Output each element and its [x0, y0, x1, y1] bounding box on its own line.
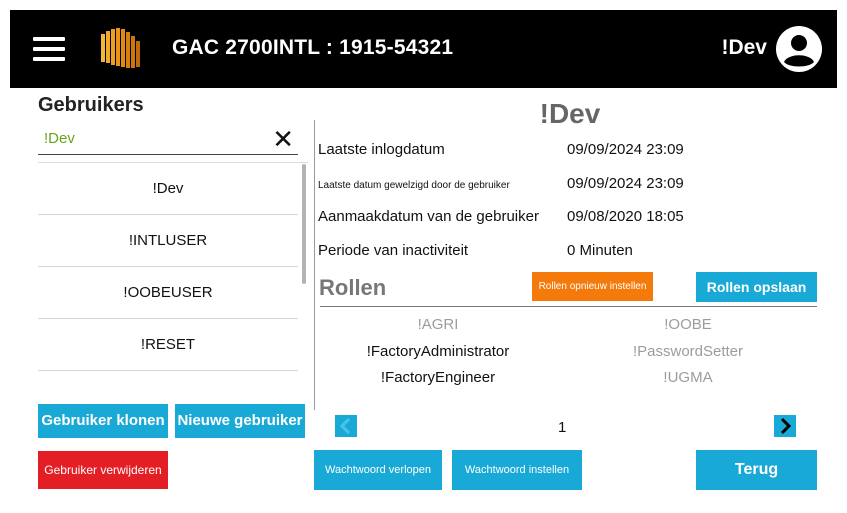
top-bar: GAC 2700INTL : 1915-54321 !Dev	[10, 10, 837, 88]
page-number: 1	[558, 419, 567, 436]
user-list-scrollbar[interactable]	[302, 162, 306, 372]
last-modified-value: 09/09/2024 23:09	[567, 175, 684, 192]
delete-user-button[interactable]: Gebruiker verwijderen	[38, 451, 168, 489]
last-login-label: Laatste inlogdatum	[318, 141, 445, 158]
user-list-item[interactable]: !RESET	[38, 319, 298, 371]
scrollbar-thumb[interactable]	[302, 164, 306, 284]
last-modified-label: Laatste datum gewelzigd door de gebruike…	[318, 180, 510, 191]
chevron-left-icon[interactable]	[335, 415, 357, 437]
roles-divider	[320, 306, 817, 307]
role-oobe[interactable]: !OOBE	[578, 316, 798, 333]
chevron-right-icon[interactable]	[774, 415, 796, 437]
reset-roles-button[interactable]: Rollen opnieuw instellen	[532, 272, 653, 301]
inactivity-label: Periode van inactiviteit	[318, 242, 469, 259]
created-date-label: Aanmaakdatum van de gebruiker	[318, 208, 539, 225]
user-list-item[interactable]: !INTLUSER	[38, 215, 298, 267]
gac-logo-icon	[101, 28, 140, 68]
role-ugma[interactable]: !UGMA	[578, 369, 798, 386]
roles-title: Rollen	[319, 275, 387, 300]
role-password-setter[interactable]: !PasswordSetter	[578, 343, 798, 360]
save-roles-button[interactable]: Rollen opslaan	[696, 272, 817, 302]
panel-divider	[314, 120, 315, 410]
set-password-button[interactable]: Wachtwoord instellen	[452, 450, 582, 490]
hamburger-menu-icon[interactable]	[33, 37, 65, 61]
user-list: !Dev !INTLUSER !OOBEUSER !RESET	[38, 162, 308, 373]
clone-user-button[interactable]: Gebruiker klonen	[38, 404, 168, 438]
expire-password-button[interactable]: Wachtwoord verlopen	[314, 450, 442, 490]
last-login-value: 09/09/2024 23:09	[567, 141, 684, 158]
account-circle-icon[interactable]	[774, 24, 824, 74]
new-user-button[interactable]: Nieuwe gebruiker	[175, 404, 305, 438]
role-agri[interactable]: !AGRI	[328, 316, 548, 333]
back-button[interactable]: Terug	[696, 450, 817, 490]
app-window: GAC 2700INTL : 1915-54321 !Dev Gebruiker…	[10, 10, 837, 510]
user-search-value[interactable]: !Dev	[44, 130, 75, 147]
selected-user-title: !Dev	[539, 98, 601, 129]
user-search-field[interactable]: !Dev ✕	[38, 126, 298, 155]
user-list-item[interactable]: !Dev	[38, 163, 298, 215]
role-factory-administrator[interactable]: !FactoryAdministrator	[328, 343, 548, 360]
inactivity-value: 0 Minuten	[567, 242, 633, 259]
role-factory-engineer[interactable]: !FactoryEngineer	[328, 369, 548, 386]
users-panel-title: Gebruikers	[38, 94, 144, 116]
app-title: GAC 2700INTL : 1915-54321	[172, 36, 454, 59]
created-date-value: 09/08/2020 18:05	[567, 208, 684, 225]
clear-search-icon[interactable]: ✕	[272, 126, 294, 152]
user-list-item[interactable]: !OOBEUSER	[38, 267, 298, 319]
current-user-name: !Dev	[721, 36, 767, 59]
